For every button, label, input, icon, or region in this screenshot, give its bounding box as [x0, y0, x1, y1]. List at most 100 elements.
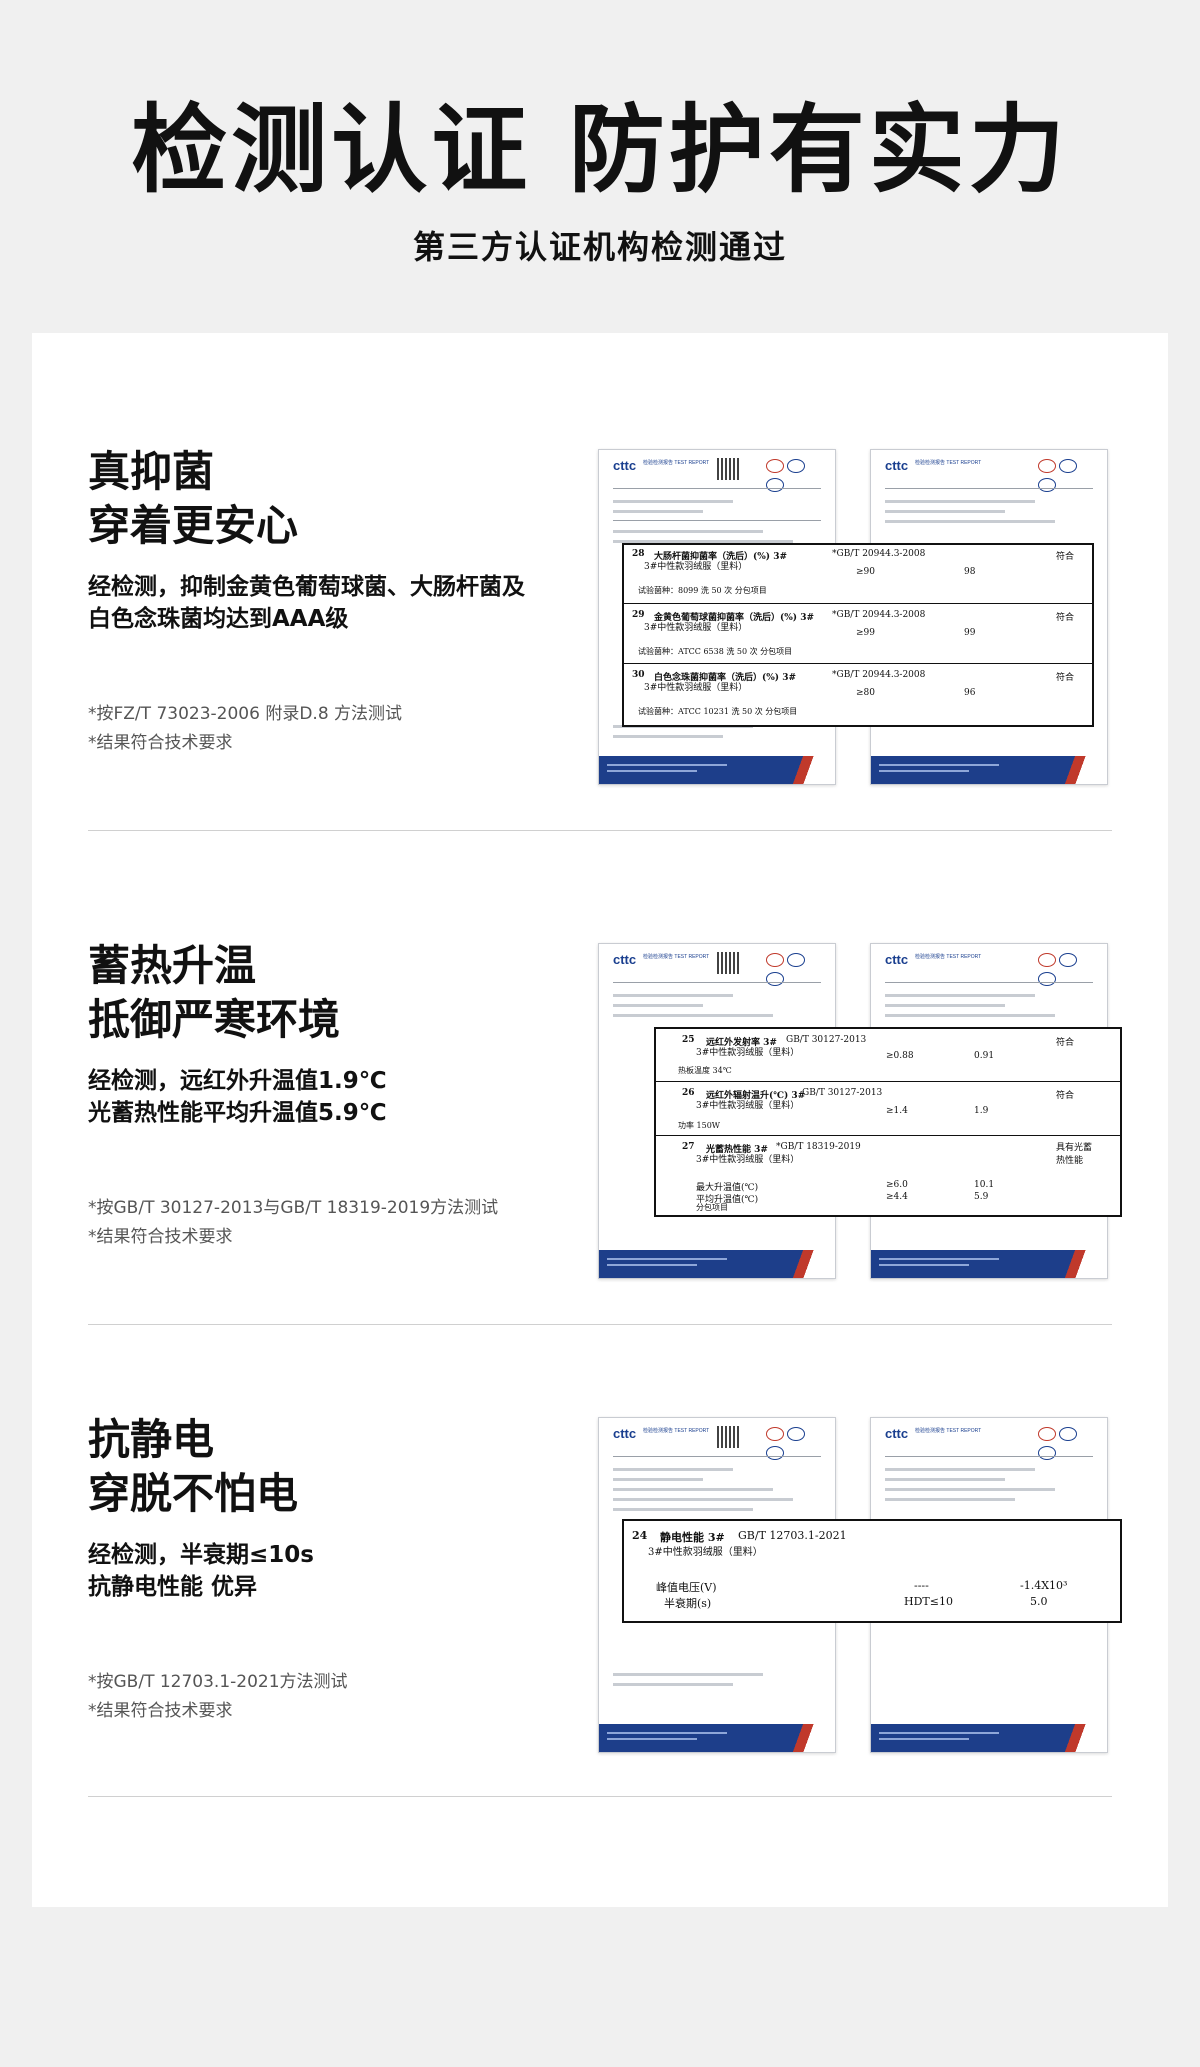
title-line: 穿脱不怕电	[88, 1469, 299, 1518]
page-title: 检测认证 防护有实力	[131, 94, 1069, 206]
desc-line: 光蓄热性能平均升温值5.9℃	[88, 1100, 387, 1126]
note-line: *按GB/T 12703.1-2021方法测试	[88, 1672, 348, 1692]
title-line: 穿着更安心	[88, 501, 299, 550]
test-result-table: 25 远红外发射率 3# GB/T 30127-2013 3#中性款羽绒服（里料…	[654, 1027, 1122, 1217]
row-sample: 3#中性款羽绒服（里料）	[696, 1048, 800, 1058]
row-result: 0.91	[974, 1051, 995, 1061]
note-line: *结果符合技术要求	[88, 1227, 233, 1247]
section-note: *按FZ/T 73023-2006 附录D.8 方法测试 *结果符合技术要求	[88, 700, 402, 758]
table-row: 30 白色念珠菌抑菌率（洗后）(%) 3# *GB/T 20944.3-2008…	[624, 663, 1092, 724]
row-no: 25	[682, 1035, 695, 1045]
row-sample: 3#中性款羽绒服（里料）	[644, 683, 748, 693]
row-no: 26	[682, 1088, 695, 1098]
qr-code-icon	[717, 952, 739, 974]
row-requirement: ≥0.88	[886, 1051, 914, 1061]
section-heat-storage: 蓄热升温 抵御严寒环境 经检测，远红外升温值1.9℃ 光蓄热性能平均升温值5.9…	[32, 827, 1168, 1322]
section-antistatic: 抗静电 穿脱不怕电 经检测，半衰期≤10s 抗静电性能 优异 *按GB/T 12…	[32, 1301, 1168, 1796]
row-standard: GB/T 30127-2013	[786, 1035, 867, 1045]
report-label: 检验检测报告 TEST REPORT	[643, 954, 710, 960]
qr-code-icon	[717, 458, 739, 480]
row-condition: 功率 150W	[678, 1121, 721, 1130]
section-title: 抗静电 穿脱不怕电	[88, 1413, 298, 1521]
row-judgement: 符合	[1056, 1038, 1075, 1048]
table-row: 25 远红外发射率 3# GB/T 30127-2013 3#中性款羽绒服（里料…	[656, 1029, 1120, 1081]
section-desc: 经检测，半衰期≤10s 抗静电性能 优异	[88, 1539, 314, 1603]
cert-marks-icon	[763, 458, 825, 492]
cert-marks-icon	[1035, 1426, 1097, 1460]
test-result-table: 24 静电性能 3# GB/T 12703.1-2021 3#中性款羽绒服（里料…	[622, 1519, 1122, 1623]
page-subtitle: 第三方认证机构检测通过	[412, 228, 787, 266]
report-label: 检验检测报告 TEST REPORT	[915, 954, 982, 960]
section-note: *按GB/T 30127-2013与GB/T 18319-2019方法测试 *结…	[88, 1194, 498, 1252]
row-sample: 3#中性款羽绒服（里料）	[648, 1547, 763, 1558]
section-desc: 经检测，远红外升温值1.9℃ 光蓄热性能平均升温值5.9℃	[88, 1065, 387, 1129]
row-result: 10.1	[974, 1180, 995, 1190]
desc-line: 经检测，半衰期≤10s	[88, 1542, 314, 1568]
cttc-logo: cttc	[613, 1426, 637, 1441]
row-sample: 3#中性款羽绒服（里料）	[644, 562, 748, 572]
row-condition: 试验菌种：8099 洗 50 次 分包项目	[638, 586, 767, 595]
desc-line: 白色念珠菌均达到AAA级	[88, 606, 349, 632]
row-condition: 分包项目	[696, 1203, 728, 1212]
row-requirement: ≥1.4	[886, 1106, 908, 1116]
row-requirement: ≥4.4	[886, 1192, 908, 1202]
table-row: 26 远红外辐射温升(℃) 3# GB/T 30127-2013 3#中性款羽绒…	[656, 1081, 1120, 1136]
report-label: 检验检测报告 TEST REPORT	[643, 1428, 710, 1434]
cert-marks-icon	[1035, 952, 1097, 986]
row-standard: *GB/T 18319-2019	[776, 1142, 861, 1152]
table-row: 24 静电性能 3# GB/T 12703.1-2021 3#中性款羽绒服（里料…	[624, 1521, 1120, 1619]
cert-marks-icon	[763, 952, 825, 986]
title-line: 真抑菌	[88, 447, 215, 496]
row-requirement: ≥99	[856, 628, 875, 638]
section-title: 真抑菌 穿着更安心	[88, 445, 298, 553]
table-row: 28 大肠杆菌抑菌率（洗后）(%) 3# *GB/T 20944.3-2008 …	[624, 545, 1092, 603]
row-result: -1.4X10³	[1020, 1579, 1068, 1592]
section-divider	[88, 1796, 1112, 1797]
cttc-logo: cttc	[885, 952, 909, 967]
row-sub-label: 峰值电压(V)	[656, 1581, 717, 1594]
row-condition: 试验菌种：ATCC 10231 洗 50 次 分包项目	[638, 707, 798, 716]
qr-code-icon	[717, 1426, 739, 1448]
report-label: 检验检测报告 TEST REPORT	[643, 460, 710, 466]
table-row: 29 金黄色葡萄球菌抑菌率（洗后）(%) 3# *GB/T 20944.3-20…	[624, 603, 1092, 664]
section-note: *按GB/T 12703.1-2021方法测试 *结果符合技术要求	[88, 1668, 348, 1726]
row-standard: GB/T 12703.1-2021	[738, 1529, 847, 1542]
row-judgement: 具有光蓄热性能	[1056, 1143, 1093, 1166]
row-no: 28	[632, 549, 645, 559]
row-sub-label: 半衰期(s)	[664, 1597, 712, 1610]
row-result: 99	[964, 628, 976, 638]
note-line: *结果符合技术要求	[88, 1701, 233, 1721]
content-card: 真抑菌 穿着更安心 经检测，抑制金黄色葡萄球菌、大肠杆菌及 白色念珠菌均达到AA…	[32, 333, 1168, 1907]
note-line: *结果符合技术要求	[88, 733, 233, 753]
cttc-logo: cttc	[613, 952, 637, 967]
row-sample: 3#中性款羽绒服（里料）	[696, 1155, 800, 1165]
row-judgement: 符合	[1056, 673, 1075, 683]
page-header: 检测认证 防护有实力 第三方认证机构检测通过	[0, 0, 1200, 330]
cert-marks-icon	[1035, 458, 1097, 492]
row-sample: 3#中性款羽绒服（里料）	[696, 1101, 800, 1111]
note-line: *按GB/T 30127-2013与GB/T 18319-2019方法测试	[88, 1198, 499, 1218]
report-label: 检验检测报告 TEST REPORT	[915, 460, 982, 466]
row-no: 27	[682, 1142, 695, 1152]
title-line: 蓄热升温	[88, 941, 257, 990]
row-standard: *GB/T 20944.3-2008	[832, 549, 926, 559]
row-judgement: 符合	[1056, 613, 1075, 623]
section-antibacterial: 真抑菌 穿着更安心 经检测，抑制金黄色葡萄球菌、大肠杆菌及 白色念珠菌均达到AA…	[32, 333, 1168, 828]
row-result: 5.0	[1030, 1595, 1048, 1608]
row-requirement: ≥6.0	[886, 1180, 908, 1190]
title-line: 抵御严寒环境	[88, 995, 341, 1044]
desc-line: 经检测，远红外升温值1.9℃	[88, 1068, 387, 1094]
row-no: 29	[632, 610, 645, 620]
row-condition: 试验菌种：ATCC 6538 洗 50 次 分包项目	[638, 647, 793, 656]
row-standard: GB/T 30127-2013	[802, 1088, 883, 1098]
title-line: 抗静电	[88, 1415, 215, 1464]
note-line: *按FZ/T 73023-2006 附录D.8 方法测试	[88, 704, 403, 724]
cert-marks-icon	[763, 1426, 825, 1460]
row-requirement: ≥90	[856, 567, 875, 577]
row-standard: *GB/T 20944.3-2008	[832, 670, 926, 680]
row-no: 30	[632, 670, 645, 680]
test-result-table: 28 大肠杆菌抑菌率（洗后）(%) 3# *GB/T 20944.3-2008 …	[622, 543, 1094, 727]
row-no: 24	[632, 1529, 648, 1542]
row-judgement: 符合	[1056, 1091, 1075, 1101]
row-result: 98	[964, 567, 976, 577]
